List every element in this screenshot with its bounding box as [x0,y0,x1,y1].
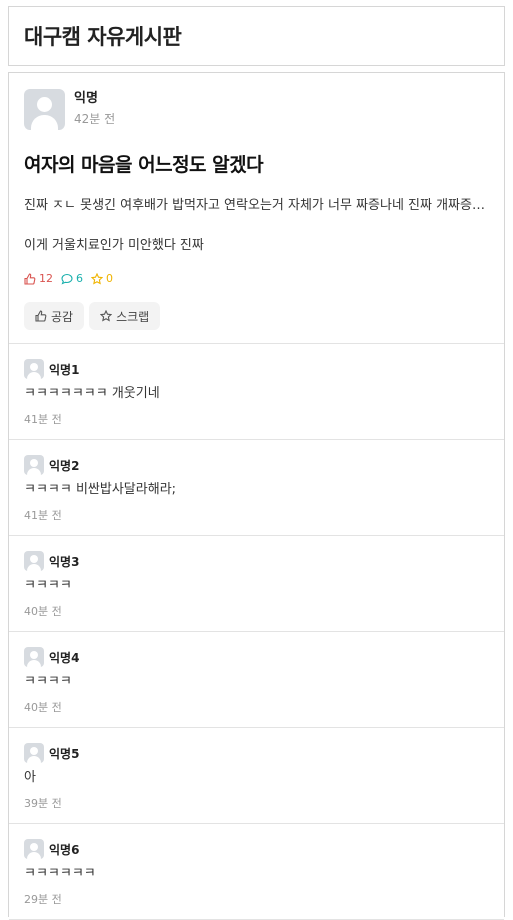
author-meta: 익명 42분 전 [74,90,115,128]
comment-text: ㅋㅋㅋㅋ 비싼밥사달라해라; [24,482,177,497]
post-body-line: 이게 거울치료인가 미안했다 진짜 [24,238,204,253]
post-card: 익명 42분 전 여자의 마음을 어느정도 알겠다 진짜 ㅈㄴ 못생긴 여후배가… [8,72,505,920]
comment-item: 익명2 ㅋㅋㅋㅋ 비싼밥사달라해라; 41분 전 [9,440,504,536]
comment-item: 익명1 ㅋㅋㅋㅋㅋㅋㅋ 개웃기네 41분 전 [9,344,504,440]
default-avatar-icon [24,743,44,763]
like-count: 12 [24,272,53,285]
speech-bubble-icon [61,273,73,285]
post-actions: 공감 스크랩 [24,302,489,330]
scrap-count-value: 0 [106,272,113,285]
default-avatar-icon [24,359,44,379]
comment-item: 익명5 아 39분 전 [9,728,504,824]
post-time: 42분 전 [74,112,116,126]
comment-time: 40분 전 [24,701,62,714]
comment-time: 40분 전 [24,605,62,618]
comment-item: 익명3 ㅋㅋㅋㅋ 40분 전 [9,536,504,632]
scrap-count: 0 [91,272,113,285]
comment-author: 익명3 [49,554,80,569]
scrap-button-label: 스크랩 [116,309,150,324]
post-body-line: 진짜 ㅈㄴ 못생긴 여후배가 밥먹자고 연락오는거 자체가 너무 짜증나네 진짜… [24,198,491,213]
default-avatar-icon [24,839,44,859]
comment-item: 익명4 ㅋㅋㅋㅋ 40분 전 [9,632,504,728]
comment-author: 익명1 [49,362,80,377]
comment-time: 41분 전 [24,413,62,426]
like-button[interactable]: 공감 [24,302,85,330]
default-avatar-icon [24,88,65,130]
comment-time: 39분 전 [24,797,62,810]
comment-list: 익명1 ㅋㅋㅋㅋㅋㅋㅋ 개웃기네 41분 전 익명2 ㅋㅋㅋㅋ 비싼밥사달라해라… [9,344,504,920]
comment-head: 익명6 [24,839,489,859]
comment-item: 익명6 ㅋㅋㅋㅋㅋㅋ 29분 전 [9,824,504,920]
post-stats: 12 6 0 [24,272,489,285]
post-section: 익명 42분 전 여자의 마음을 어느정도 알겠다 진짜 ㅈㄴ 못생긴 여후배가… [9,73,504,344]
comment-author: 익명4 [49,650,80,665]
default-avatar-icon [24,551,44,571]
comment-text: ㅋㅋㅋㅋㅋㅋㅋ 개웃기네 [24,386,160,401]
default-avatar-icon [24,455,44,475]
comment-count-value: 6 [76,272,83,285]
board-title[interactable]: 대구캠 자유게시판 [24,21,182,51]
comment-head: 익명2 [24,455,489,475]
comment-text: ㅋㅋㅋㅋ [24,674,72,689]
thumbs-up-icon [24,272,36,285]
comment-text: 아 [24,770,36,785]
comment-head: 익명5 [24,743,489,763]
scrap-button[interactable]: 스크랩 [89,302,161,330]
star-icon [100,310,113,322]
board-header: 대구캠 자유게시판 [8,6,505,66]
comment-text: ㅋㅋㅋㅋ [24,578,72,593]
comment-count: 6 [61,272,83,285]
like-button-label: 공감 [51,309,74,324]
comment-time: 29분 전 [24,893,62,906]
comment-author: 익명5 [49,746,80,761]
post-author-name: 익명 [74,91,98,106]
comment-author: 익명2 [49,458,80,473]
comment-author: 익명6 [49,842,80,857]
default-avatar-icon [24,647,44,667]
comment-text: ㅋㅋㅋㅋㅋㅋ [24,866,96,881]
comment-head: 익명4 [24,647,489,667]
post-author-row: 익명 42분 전 [24,88,489,130]
comment-head: 익명3 [24,551,489,571]
like-count-value: 12 [39,272,53,285]
star-icon [91,272,103,285]
post-title: 여자의 마음을 어느정도 알겠다 [24,154,264,176]
comment-time: 41분 전 [24,509,62,522]
comment-head: 익명1 [24,359,489,379]
thumbs-up-icon [35,310,47,322]
